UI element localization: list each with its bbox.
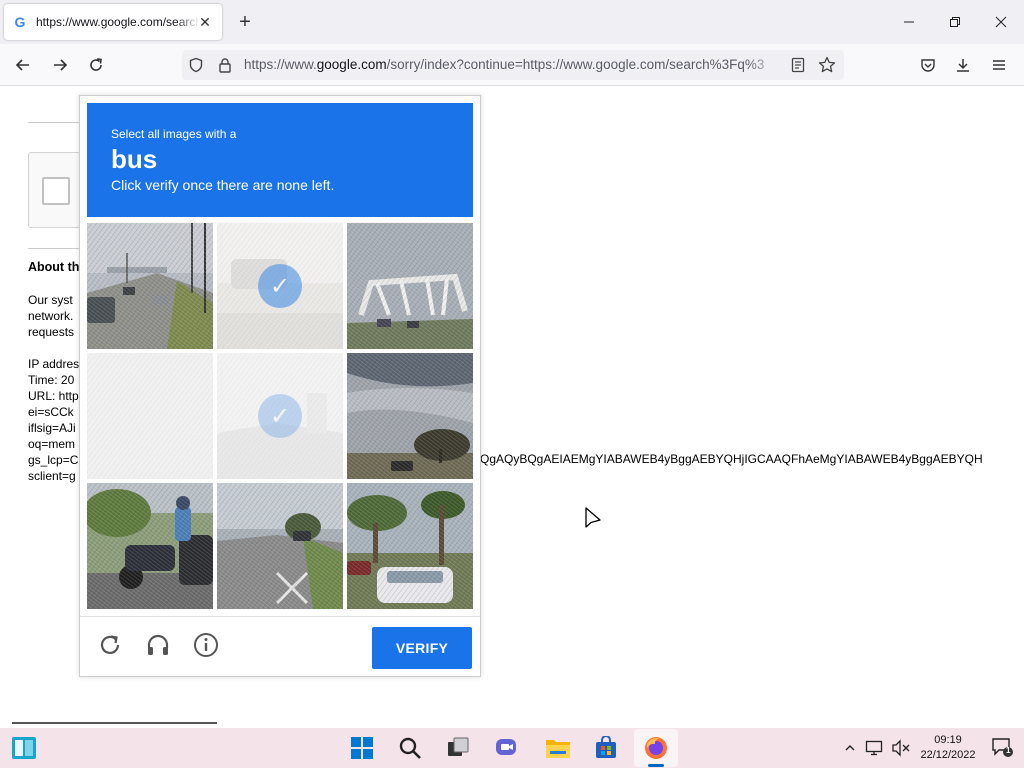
menu-icon[interactable]: [986, 52, 1012, 78]
minimize-icon[interactable]: [886, 8, 932, 36]
detail-line: sclient=g: [28, 469, 76, 483]
clock-date: 22/12/2022: [920, 749, 976, 761]
headphones-icon[interactable]: [142, 629, 174, 661]
detail-line: URL: http: [28, 389, 79, 403]
captcha-tile[interactable]: [347, 223, 473, 349]
pocket-icon[interactable]: [915, 52, 941, 78]
back-icon[interactable]: [10, 52, 36, 78]
url-text: https://www.google.com/sorry/index?conti…: [244, 57, 780, 72]
reload-icon[interactable]: [94, 629, 126, 661]
captcha-instruction: Select all images with a: [111, 127, 237, 141]
tab-title: https://www.google.com/search: [36, 15, 200, 29]
new-tab-icon[interactable]: +: [234, 11, 256, 33]
captcha-hint: Click verify once there are none left.: [111, 177, 335, 193]
volume-muted-icon[interactable]: [888, 732, 914, 764]
reload-page-icon[interactable]: [83, 52, 109, 78]
clock-time: 09:19: [934, 734, 962, 746]
captcha-footer: VERIFY: [80, 616, 480, 676]
detail-line: oq=mem: [28, 437, 76, 451]
address-bar[interactable]: https://www.google.com/sorry/index?conti…: [182, 50, 844, 80]
network-icon[interactable]: [862, 732, 888, 764]
widgets-icon[interactable]: [8, 732, 40, 764]
firefox-icon[interactable]: [640, 732, 672, 764]
paragraph-line: Our syst: [28, 293, 73, 307]
detail-line: iflsig=AJi: [28, 421, 76, 435]
captcha-tile[interactable]: [87, 483, 213, 609]
bookmark-star-icon[interactable]: [818, 56, 836, 79]
url-host: google.com: [316, 57, 387, 72]
shield-icon[interactable]: [188, 57, 204, 78]
task-view-icon[interactable]: [442, 732, 474, 764]
captcha-dialog: Select all images with a bus Click verif…: [79, 95, 481, 677]
captcha-tile-faded[interactable]: [87, 353, 213, 479]
detail-line: IP addres: [28, 357, 80, 371]
downloads-icon[interactable]: [950, 52, 976, 78]
search-icon[interactable]: [394, 732, 426, 764]
chat-icon[interactable]: [490, 732, 522, 764]
captcha-tile[interactable]: [347, 483, 473, 609]
recaptcha-checkbox[interactable]: [42, 177, 70, 205]
reader-view-icon[interactable]: [790, 57, 806, 78]
captcha-grid: ✓ ✓: [87, 223, 475, 611]
checkmark-icon: ✓: [258, 394, 302, 438]
screen: G https://www.google.com/search ✕ + http…: [0, 0, 1024, 768]
verify-button[interactable]: VERIFY: [372, 627, 472, 669]
notification-count: 1: [1006, 746, 1011, 755]
gs-lcp-value: QgAQyBQgAEIAEMgYIABAWEB4yBggAEBYQHjIGCAA…: [480, 452, 983, 466]
captcha-tile[interactable]: [347, 353, 473, 479]
paragraph-line: requests: [28, 325, 75, 339]
mouse-cursor-icon: [584, 506, 604, 532]
detail-line: ei=sCCk: [28, 405, 74, 419]
system-clock[interactable]: 09:19 22/12/2022: [918, 733, 978, 763]
url-path: /sorry/index?continue=https://www.google…: [386, 57, 765, 72]
scroll-line: [12, 722, 217, 724]
start-icon[interactable]: [346, 732, 378, 764]
url-prefix: https://www.: [244, 57, 317, 72]
paragraph-line: network.: [28, 309, 74, 323]
restore-icon[interactable]: [932, 8, 978, 36]
detail-line: gs_lcp=C: [28, 453, 79, 467]
detail-line: Time: 20: [28, 373, 75, 387]
taskbar: 09:19 22/12/2022 1: [0, 728, 1024, 768]
forward-icon[interactable]: [47, 52, 73, 78]
file-explorer-icon[interactable]: [542, 732, 574, 764]
tab-bar: G https://www.google.com/search ✕ +: [0, 0, 1024, 44]
captcha-target: bus: [111, 144, 158, 174]
google-favicon-icon: G: [14, 14, 26, 30]
about-heading: About th: [28, 260, 80, 274]
browser-tab[interactable]: G https://www.google.com/search ✕: [4, 4, 222, 40]
notifications-icon[interactable]: 1: [988, 732, 1018, 764]
captcha-header: Select all images with a bus Click verif…: [87, 103, 473, 217]
active-app-indicator: [648, 764, 664, 767]
store-icon[interactable]: [590, 732, 622, 764]
close-icon[interactable]: [978, 8, 1024, 36]
lock-icon[interactable]: [218, 57, 232, 78]
checkmark-icon: ✓: [258, 264, 302, 308]
captcha-tile[interactable]: [87, 223, 213, 349]
captcha-tile[interactable]: [217, 483, 343, 609]
navigation-bar: https://www.google.com/sorry/index?conti…: [0, 44, 1024, 86]
chevron-up-icon[interactable]: [838, 732, 862, 764]
info-icon[interactable]: [190, 629, 222, 661]
tab-close-icon[interactable]: ✕: [196, 13, 214, 31]
